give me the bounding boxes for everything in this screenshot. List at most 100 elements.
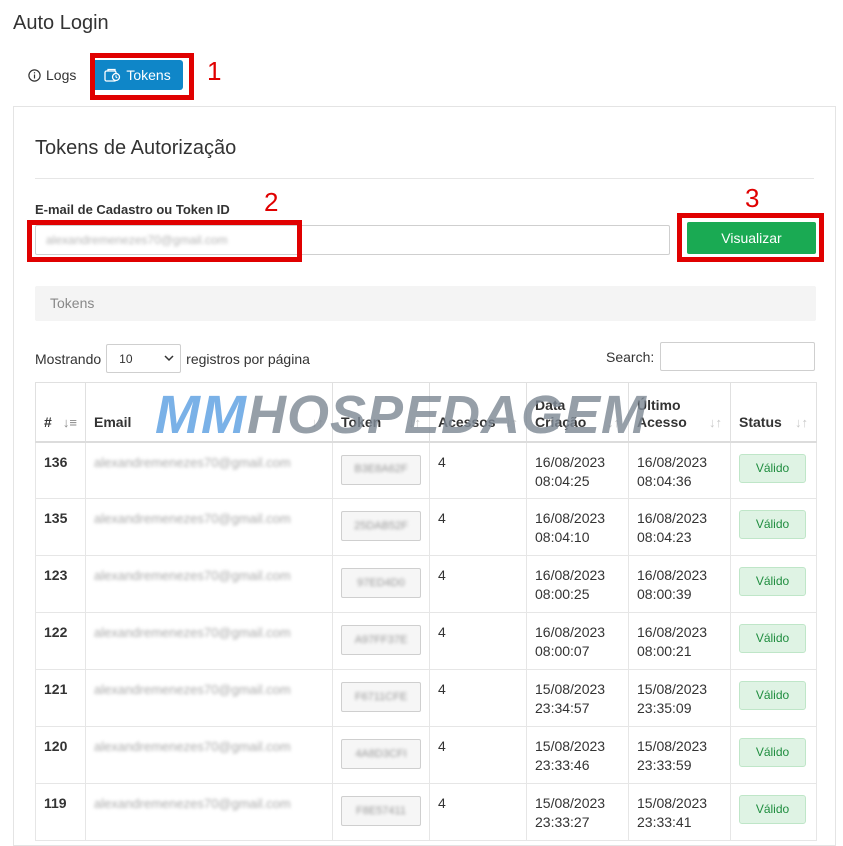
annotation-1: 1: [207, 56, 222, 86]
token-field[interactable]: A97FF37E: [341, 625, 421, 655]
token-field[interactable]: 97ED4D0: [341, 568, 421, 598]
length-suffix: registros por página: [186, 350, 310, 367]
cell-token: B3E8A62F: [332, 441, 430, 499]
data-criacao-date: 16/08/2023: [535, 567, 606, 583]
col-header-token[interactable]: Token ↓↑: [332, 382, 430, 443]
col-header-id-label: #: [44, 413, 52, 430]
sort-icon: ↓↑: [709, 414, 722, 430]
cell-ultimo-acesso: 16/08/2023 08:00:39: [628, 555, 731, 613]
cell-id: 123: [35, 555, 86, 613]
col-header-data-criacao-label: Data Criação: [535, 396, 587, 430]
search-label: Search:: [606, 348, 655, 365]
sort-icon: ↓↑: [311, 414, 324, 430]
sort-icon: ↓↑: [408, 414, 421, 430]
cell-id: 136: [35, 441, 86, 499]
table-row: 135 alexandremenezes70@gmail.com 25DAB52…: [35, 498, 817, 556]
cell-status: Válido: [730, 783, 817, 841]
col-header-acessos-label: Acessos: [438, 413, 496, 430]
col-header-status[interactable]: Status ↓↑: [730, 382, 817, 443]
cell-acessos: 4: [429, 555, 527, 613]
ultimo-acesso-time: 23:33:59: [637, 757, 692, 773]
status-badge: Válido: [739, 453, 806, 483]
card-divider: [35, 178, 814, 179]
email-value: alexandremenezes70@gmail.com: [94, 682, 291, 697]
highlight-box-view-button: [677, 213, 824, 262]
highlight-box-tokens-tab: [90, 53, 194, 100]
data-criacao-date: 15/08/2023: [535, 738, 606, 754]
page-size-value: 10: [119, 351, 133, 366]
cell-data-criacao: 15/08/2023 23:33:27: [526, 783, 629, 841]
cell-data-criacao: 16/08/2023 08:00:07: [526, 612, 629, 670]
data-criacao-time: 08:04:10: [535, 529, 590, 545]
data-criacao-date: 15/08/2023: [535, 681, 606, 697]
sort-icon: ↓↑: [505, 414, 518, 430]
token-value: 25DAB52F: [354, 519, 408, 532]
cell-email: alexandremenezes70@gmail.com: [85, 555, 333, 613]
search-input[interactable]: [660, 342, 816, 371]
cell-id: 121: [35, 669, 86, 727]
email-value: alexandremenezes70@gmail.com: [94, 625, 291, 640]
ultimo-acesso-time: 08:04:23: [637, 529, 692, 545]
ultimo-acesso-time: 08:04:36: [637, 472, 692, 489]
col-header-acessos[interactable]: Acessos ↓↑: [429, 382, 527, 443]
token-field[interactable]: F8E57411: [341, 796, 421, 826]
page-size-select[interactable]: 10: [106, 344, 182, 373]
ultimo-acesso-date: 15/08/2023: [637, 681, 708, 697]
cell-email: alexandremenezes70@gmail.com: [85, 612, 333, 670]
cell-data-criacao: 16/08/2023 08:04:10: [526, 498, 629, 556]
token-field[interactable]: 25DAB52F: [341, 511, 421, 541]
status-badge: Válido: [739, 567, 806, 596]
tokens-table: # ↓≡ Email ↓↑ Token ↓↑ Acessos ↓↑ Data Criaç…: [35, 382, 817, 841]
status-badge: Válido: [739, 738, 806, 767]
table-header-row: # ↓≡ Email ↓↑ Token ↓↑ Acessos ↓↑ Data Criaç…: [35, 382, 817, 443]
cell-ultimo-acesso: 15/08/2023 23:33:41: [628, 783, 731, 841]
cell-acessos: 4: [429, 726, 527, 784]
data-criacao-time: 08:00:25: [535, 586, 590, 602]
info-icon: [28, 68, 41, 82]
table-row: 123 alexandremenezes70@gmail.com 97ED4D0…: [35, 555, 817, 613]
cell-id: 119: [35, 783, 86, 841]
token-field[interactable]: B3E8A62F: [341, 454, 421, 485]
cell-ultimo-acesso: 15/08/2023 23:33:59: [628, 726, 731, 784]
cell-status: Válido: [730, 612, 817, 670]
status-badge: Válido: [739, 510, 806, 539]
col-header-email[interactable]: Email ↓↑: [85, 382, 333, 443]
sort-icon: ↓↑: [607, 414, 620, 430]
col-header-data-criacao[interactable]: Data Criação ↓↑: [526, 382, 629, 443]
token-value: F6711CFE: [354, 690, 408, 703]
token-value: F8E57411: [356, 804, 406, 817]
status-badge: Válido: [739, 624, 806, 653]
cell-ultimo-acesso: 15/08/2023 23:35:09: [628, 669, 731, 727]
email-value: alexandremenezes70@gmail.com: [94, 511, 291, 526]
col-header-email-label: Email: [94, 413, 132, 430]
cell-status: Válido: [730, 498, 817, 556]
token-value: B3E8A62F: [354, 463, 408, 475]
chevron-down-icon: [164, 355, 174, 362]
cell-acessos: 4: [429, 441, 527, 499]
token-field[interactable]: 4A8D3CFI: [341, 739, 421, 769]
table-row: 122 alexandremenezes70@gmail.com A97FF37…: [35, 612, 817, 670]
col-header-id[interactable]: # ↓≡: [35, 382, 86, 443]
cell-id: 120: [35, 726, 86, 784]
col-header-ultimo-acesso-label: Último Acesso: [637, 396, 687, 430]
tab-logs[interactable]: Logs: [20, 60, 84, 90]
col-header-ultimo-acesso[interactable]: Último Acesso ↓↑: [628, 382, 731, 443]
cell-email: alexandremenezes70@gmail.com: [85, 783, 333, 841]
token-field[interactable]: F6711CFE: [341, 682, 421, 712]
table-row: 136 alexandremenezes70@gmail.com B3E8A62…: [35, 441, 817, 499]
page-title: Auto Login: [13, 12, 109, 34]
length-prefix: Mostrando: [35, 350, 102, 367]
data-criacao-time: 23:33:27: [535, 814, 590, 830]
sort-icon: ↓↑: [795, 414, 808, 430]
table-search: Search:: [606, 342, 816, 371]
cell-email: alexandremenezes70@gmail.com: [85, 669, 333, 727]
status-badge: Válido: [739, 681, 806, 710]
token-value: 97ED4D0: [357, 576, 405, 589]
ultimo-acesso-date: 16/08/2023: [637, 567, 708, 583]
token-value: A97FF37E: [354, 633, 408, 646]
cell-email: alexandremenezes70@gmail.com: [85, 498, 333, 556]
email-token-label: E-mail de Cadastro ou Token ID: [35, 202, 230, 217]
data-criacao-date: 16/08/2023: [535, 624, 606, 640]
col-header-token-label: Token: [341, 413, 382, 430]
ultimo-acesso-time: 08:00:21: [637, 643, 692, 659]
